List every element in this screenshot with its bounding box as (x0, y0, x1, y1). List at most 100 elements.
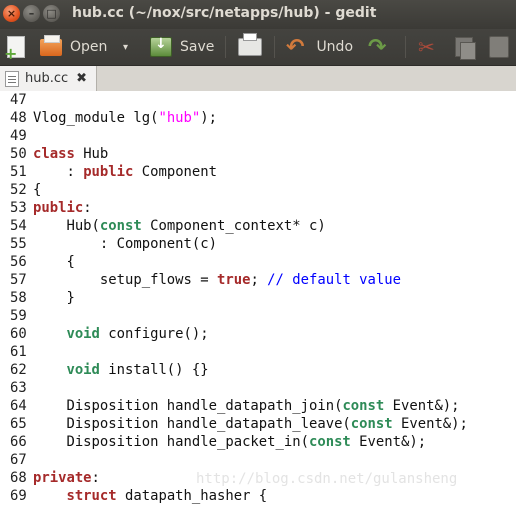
code-text: Disposition handle_packet_in(const Event… (33, 433, 426, 451)
code-line[interactable]: 59 (0, 307, 516, 325)
code-text: { (33, 253, 74, 271)
line-number: 48 (10, 110, 27, 126)
text-file-icon (5, 70, 19, 87)
code-line[interactable]: 62 void install() {} (0, 361, 516, 379)
copy-icon (455, 37, 476, 60)
code-line[interactable]: 47 (0, 91, 516, 109)
tab-hub-cc[interactable]: hub.cc ✖ (0, 66, 97, 91)
code-line[interactable]: 49 (0, 127, 516, 145)
line-number: 69 (10, 488, 27, 504)
code-text: Vlog_module lg("hub"); (33, 109, 217, 127)
code-token: Disposition handle_packet_in( (33, 434, 309, 450)
code-line[interactable]: 51 : public Component (0, 163, 516, 181)
maximize-window-button[interactable]: □ (43, 5, 60, 22)
line-number: 57 (10, 272, 27, 288)
code-line[interactable]: 63 (0, 379, 516, 397)
code-token: "hub" (158, 110, 201, 126)
code-token: } (33, 290, 75, 306)
undo-icon: ↶ (286, 34, 305, 60)
paste-button[interactable] (489, 33, 509, 61)
code-token: : (91, 470, 100, 486)
code-text: public: (33, 199, 92, 217)
code-line[interactable]: 61 (0, 343, 516, 361)
code-token: Event&); (384, 398, 460, 414)
printer-icon (238, 33, 262, 56)
line-number: 51 (10, 164, 27, 180)
code-token: private (33, 470, 92, 486)
code-line[interactable]: 56 { (0, 253, 516, 271)
code-line[interactable]: 64 Disposition handle_datapath_join(cons… (0, 397, 516, 415)
open-dropdown-button[interactable]: ▾ (123, 33, 128, 61)
minimize-window-button[interactable]: – (23, 5, 40, 22)
toolbar-separator (405, 36, 406, 58)
code-line[interactable]: 48 Vlog_module lg("hub"); (0, 109, 516, 127)
new-document-icon (4, 36, 25, 63)
code-token: Hub (74, 146, 109, 162)
redo-button[interactable]: ↷ (368, 33, 386, 61)
folder-icon (40, 34, 62, 56)
watermark-text: http://blog.csdn.net/gulansheng (196, 471, 458, 487)
cut-button[interactable]: ✂ (418, 33, 435, 61)
code-text: void configure(); (33, 325, 208, 343)
code-token: const (99, 218, 142, 234)
open-button[interactable]: Open (40, 33, 107, 61)
code-token: Event&); (350, 434, 427, 450)
code-line[interactable]: 65 Disposition handle_datapath_leave(con… (0, 415, 516, 433)
close-tab-icon[interactable]: ✖ (76, 71, 87, 86)
redo-icon: ↷ (368, 34, 387, 60)
print-button[interactable] (238, 33, 262, 61)
close-window-button[interactable]: × (3, 5, 20, 22)
code-token: Hub( (33, 218, 100, 234)
code-line[interactable]: 54 Hub(const Component_context* c) (0, 217, 516, 235)
line-number: 50 (10, 146, 27, 162)
line-number: 66 (10, 434, 27, 450)
save-icon (150, 36, 172, 57)
code-token: public (83, 164, 134, 180)
code-line[interactable]: 50 class Hub (0, 145, 516, 163)
code-text: setup_flows = true; // default value (33, 271, 401, 289)
tab-label: hub.cc (25, 71, 69, 86)
line-number: 61 (10, 344, 27, 360)
code-token: class (33, 146, 75, 162)
toolbar: Open ▾ Save ↶ Undo ↷ ✂ (0, 29, 516, 66)
code-token: true (216, 272, 251, 288)
line-number: 68 (10, 470, 27, 486)
line-number: 62 (10, 362, 27, 378)
code-line[interactable]: 57 setup_flows = true; // default value (0, 271, 516, 289)
code-token: struct (66, 488, 117, 504)
code-line[interactable]: 69 struct datapath_hasher { (0, 487, 516, 505)
code-line[interactable]: 52 { (0, 181, 516, 199)
code-line[interactable]: 53 public: (0, 199, 516, 217)
editor-text-area[interactable]: 47 48 Vlog_module lg("hub"); 49 50 class Hub 5… (0, 91, 516, 506)
code-text: private: (33, 469, 100, 487)
code-text: void install() {} (33, 361, 209, 379)
code-line[interactable]: 60 void configure(); (0, 325, 516, 343)
code-token: // default value (267, 272, 401, 288)
code-token: setup_flows = (33, 272, 217, 288)
paste-icon (489, 36, 509, 58)
code-token: Component (133, 164, 218, 180)
undo-label: Undo (316, 39, 354, 55)
code-text: Disposition handle_datapath_join(const E… (33, 397, 460, 415)
code-token: Disposition handle_datapath_leave( (33, 416, 351, 432)
code-text: : Component(c) (33, 235, 217, 253)
code-token: public (33, 200, 84, 216)
code-token: const (350, 416, 393, 432)
code-text: Disposition handle_datapath_leave(const … (33, 415, 467, 433)
undo-button[interactable]: ↶ Undo (286, 33, 353, 61)
code-line[interactable]: 67 (0, 451, 516, 469)
code-token: Vlog_module lg( (33, 110, 159, 126)
code-token: Disposition handle_datapath_join( (33, 398, 343, 414)
code-line[interactable]: 55 : Component(c) (0, 235, 516, 253)
new-document-button[interactable] (4, 33, 25, 63)
save-button[interactable]: Save (150, 33, 214, 61)
code-token: install() {} (99, 362, 209, 378)
copy-button[interactable] (455, 33, 476, 61)
code-token: ; (250, 272, 268, 288)
line-number: 54 (10, 218, 27, 234)
code-line[interactable]: 66 Disposition handle_packet_in(const Ev… (0, 433, 516, 451)
toolbar-separator (225, 36, 226, 58)
line-number: 52 (10, 182, 27, 198)
code-line[interactable]: 58 } (0, 289, 516, 307)
